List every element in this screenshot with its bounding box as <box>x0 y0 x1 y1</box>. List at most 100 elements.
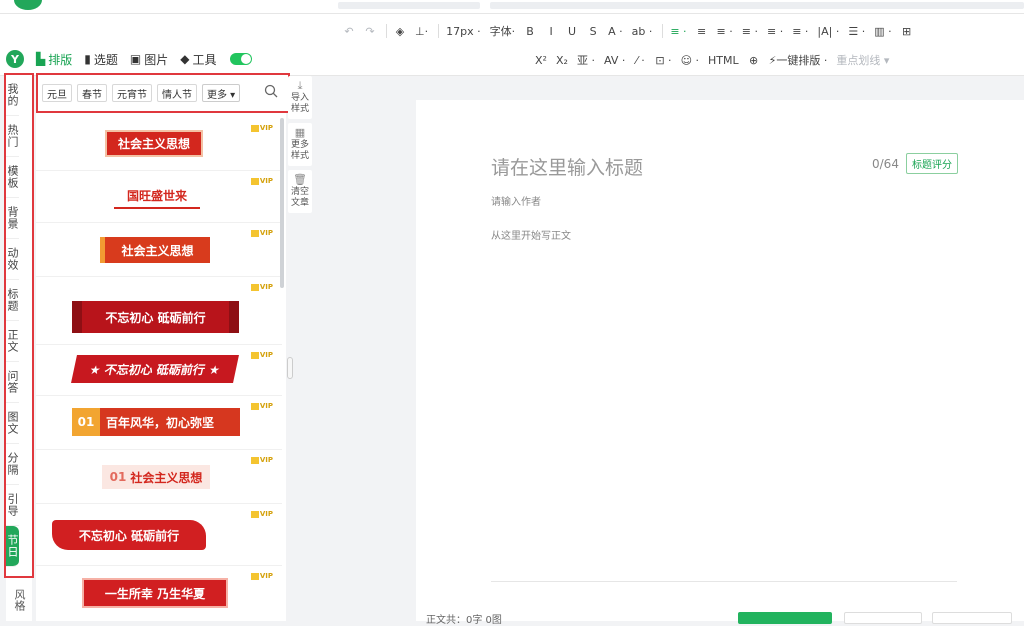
category-item[interactable]: 热门 <box>6 116 19 157</box>
tag-more-dropdown[interactable]: 更多 ▾ <box>202 84 241 102</box>
toolbar-format-button[interactable]: ≡ · <box>764 20 786 42</box>
nav-tab-images[interactable]: ▣ 图片 <box>130 51 168 68</box>
category-item[interactable]: 背景 <box>6 198 19 239</box>
category-item[interactable]: 引导 <box>6 485 19 526</box>
toolbar-row-1: ↶ ↷ ◈ ⊥· 17px · 字体· B I U S A · ab · ≡ · ≡ ≡ · ≡ · ≡ · ≡ … <box>340 19 919 43</box>
category-item-festival[interactable]: 节日 <box>6 526 19 567</box>
toolbar-insert-button[interactable]: 亚 · <box>574 49 598 71</box>
category-item[interactable]: 正文 <box>6 321 19 362</box>
template-item[interactable]: 国旺盛世来 VIP <box>36 171 282 223</box>
title-input[interactable]: 请在这里输入标题 <box>491 153 643 180</box>
toolbar-insert-button[interactable]: 重点划线 ▾ <box>833 49 892 71</box>
template-number: 01 <box>109 470 127 484</box>
template-text: 社会主义思想 <box>121 243 194 258</box>
toolbar-insert-button[interactable]: ⊕ <box>745 49 763 71</box>
toolbar-format-button[interactable]: ≡ · <box>667 20 689 42</box>
template-item[interactable]: 社会主义思想 VIP <box>36 223 282 277</box>
nav-tab-tools[interactable]: ◆ 工具 <box>180 51 216 68</box>
category-item[interactable]: 模板 <box>6 157 19 198</box>
word-count: 正文共：0字 0图 <box>426 615 502 626</box>
clear-article-button[interactable]: 🗑 清空文章 <box>288 170 312 213</box>
toolbar-format-button[interactable]: ⊞ <box>898 20 916 42</box>
vip-badge: VIP <box>251 229 273 237</box>
more-styles-button[interactable]: ▦ 更多样式 <box>288 123 312 166</box>
import-icon: ⤓ <box>297 79 303 92</box>
category-item[interactable]: 分隔 <box>6 444 19 485</box>
template-scrollbar[interactable] <box>280 118 284 288</box>
editor-canvas[interactable]: 请在这里输入标题 0/64 标题评分 请输入作者 从这里开始写正文 <box>416 100 1024 621</box>
toolbar-format-button[interactable]: ◈ <box>391 20 409 42</box>
toolbar-format-button[interactable]: ≡ <box>693 20 711 42</box>
category-item-style[interactable]: 风格 <box>6 578 32 621</box>
toolbar-format-button[interactable]: ≡ · <box>739 20 761 42</box>
toolbar-format-button[interactable]: |A| · <box>814 20 842 42</box>
tag-spring-festival[interactable]: 春节 <box>77 84 107 102</box>
toolbar-insert-button[interactable]: ⚡一键排版 · <box>766 49 831 71</box>
toolbar-format-button[interactable]: ↷ <box>361 20 379 42</box>
toolbar-format-button[interactable]: ▥ · <box>871 20 894 42</box>
toolbar-format-button[interactable]: ☰ · <box>845 20 868 42</box>
category-item[interactable]: 图文 <box>6 403 19 444</box>
category-item[interactable]: 动效 <box>6 239 19 280</box>
template-number: 01 <box>72 408 100 436</box>
template-item[interactable]: 社会主义思想 VIP <box>36 118 282 171</box>
nav-tab-topics[interactable]: ▮ 选题 <box>84 51 118 68</box>
secondary-action-button[interactable] <box>932 612 1012 624</box>
category-item[interactable]: 我的 <box>6 75 19 116</box>
toolbar-format-button[interactable]: 字体· <box>487 20 519 42</box>
tag-valentines[interactable]: 情人节 <box>157 84 197 102</box>
toolbar-format-button[interactable]: 17px · <box>443 20 483 42</box>
toolbar-insert-button[interactable]: ⊡ · <box>652 49 674 71</box>
toolbar-insert-button[interactable]: HTML <box>705 49 742 71</box>
search-icon[interactable] <box>264 84 278 98</box>
body-editor[interactable]: 从这里开始写正文 <box>491 227 571 242</box>
toolbar-format-button[interactable]: I <box>542 20 560 42</box>
template-item[interactable]: 不忘初心 砥砺前行 VIP <box>36 504 282 566</box>
toolbar-insert-button[interactable]: X₂ <box>553 49 571 71</box>
panel-resize-handle[interactable] <box>287 357 293 379</box>
secondary-action-button[interactable] <box>844 612 922 624</box>
vip-badge: VIP <box>251 124 273 132</box>
template-banner: 国旺盛世来 <box>114 183 200 209</box>
template-text: 社会主义思想 <box>117 137 190 151</box>
toolbar-insert-button[interactable]: ☺ · <box>678 49 702 71</box>
template-item[interactable]: 01 社会主义思想 VIP <box>36 450 282 504</box>
toolbar-format-button[interactable]: B <box>521 20 539 42</box>
toolbar-format-button[interactable]: ≡ · <box>789 20 811 42</box>
nav-tab-layout[interactable]: ▙ 排版 <box>36 51 72 68</box>
template-item[interactable]: 不忘初心 砥砺前行 VIP <box>36 277 282 345</box>
toolbar-format-button[interactable]: ab · <box>629 20 656 42</box>
template-banner: ★ 不忘初心 砥砺前行 ★ <box>71 355 239 383</box>
template-banner: 01 社会主义思想 <box>102 465 210 489</box>
toolbar-separator <box>662 24 664 38</box>
tag-new-year[interactable]: 元旦 <box>42 84 72 102</box>
side-tools: ⤓ 导入样式 ▦ 更多样式 🗑 清空文章 <box>288 76 312 217</box>
toolbar-insert-button[interactable]: ⁄ · <box>631 49 649 71</box>
toolbar-format-button[interactable]: ↶ <box>340 20 358 42</box>
category-item[interactable]: 标题 <box>6 280 19 321</box>
toolbar-format-button[interactable]: A · <box>605 20 626 42</box>
author-input[interactable]: 请输入作者 <box>491 193 541 208</box>
toolbar-format-button[interactable]: ≡ · <box>714 20 736 42</box>
brand-logo[interactable]: Y <box>6 50 24 68</box>
toolbar-insert-button[interactable]: X² <box>532 49 550 71</box>
toolbar-format-button[interactable]: S <box>584 20 602 42</box>
tag-lantern-festival[interactable]: 元宵节 <box>112 84 152 102</box>
import-style-button[interactable]: ⤓ 导入样式 <box>288 76 312 119</box>
title-char-count: 0/64 <box>872 157 899 171</box>
toolbar-format-button[interactable]: ⊥· <box>412 20 431 42</box>
vip-badge: VIP <box>251 456 273 464</box>
template-item[interactable]: ★ 不忘初心 砥砺前行 ★ VIP <box>36 345 282 396</box>
template-item[interactable]: 01 百年风华，初心弥坚 VIP <box>36 396 282 450</box>
grid-icon: ▦ <box>294 126 306 139</box>
toolbar-format-button[interactable]: U <box>563 20 581 42</box>
toolbar-insert-button[interactable]: AV · <box>601 49 628 71</box>
primary-action-button[interactable] <box>738 612 832 624</box>
mode-toggle[interactable] <box>230 53 253 65</box>
template-item[interactable]: 一生所幸 乃生华夏 VIP <box>36 566 282 621</box>
category-item[interactable]: 问答 <box>6 362 19 403</box>
template-text: ★ 不忘初心 砥砺前行 ★ <box>88 362 222 377</box>
title-score-button[interactable]: 标题评分 <box>906 153 958 174</box>
divider <box>491 581 957 582</box>
template-banner: 01 百年风华，初心弥坚 <box>72 408 240 436</box>
